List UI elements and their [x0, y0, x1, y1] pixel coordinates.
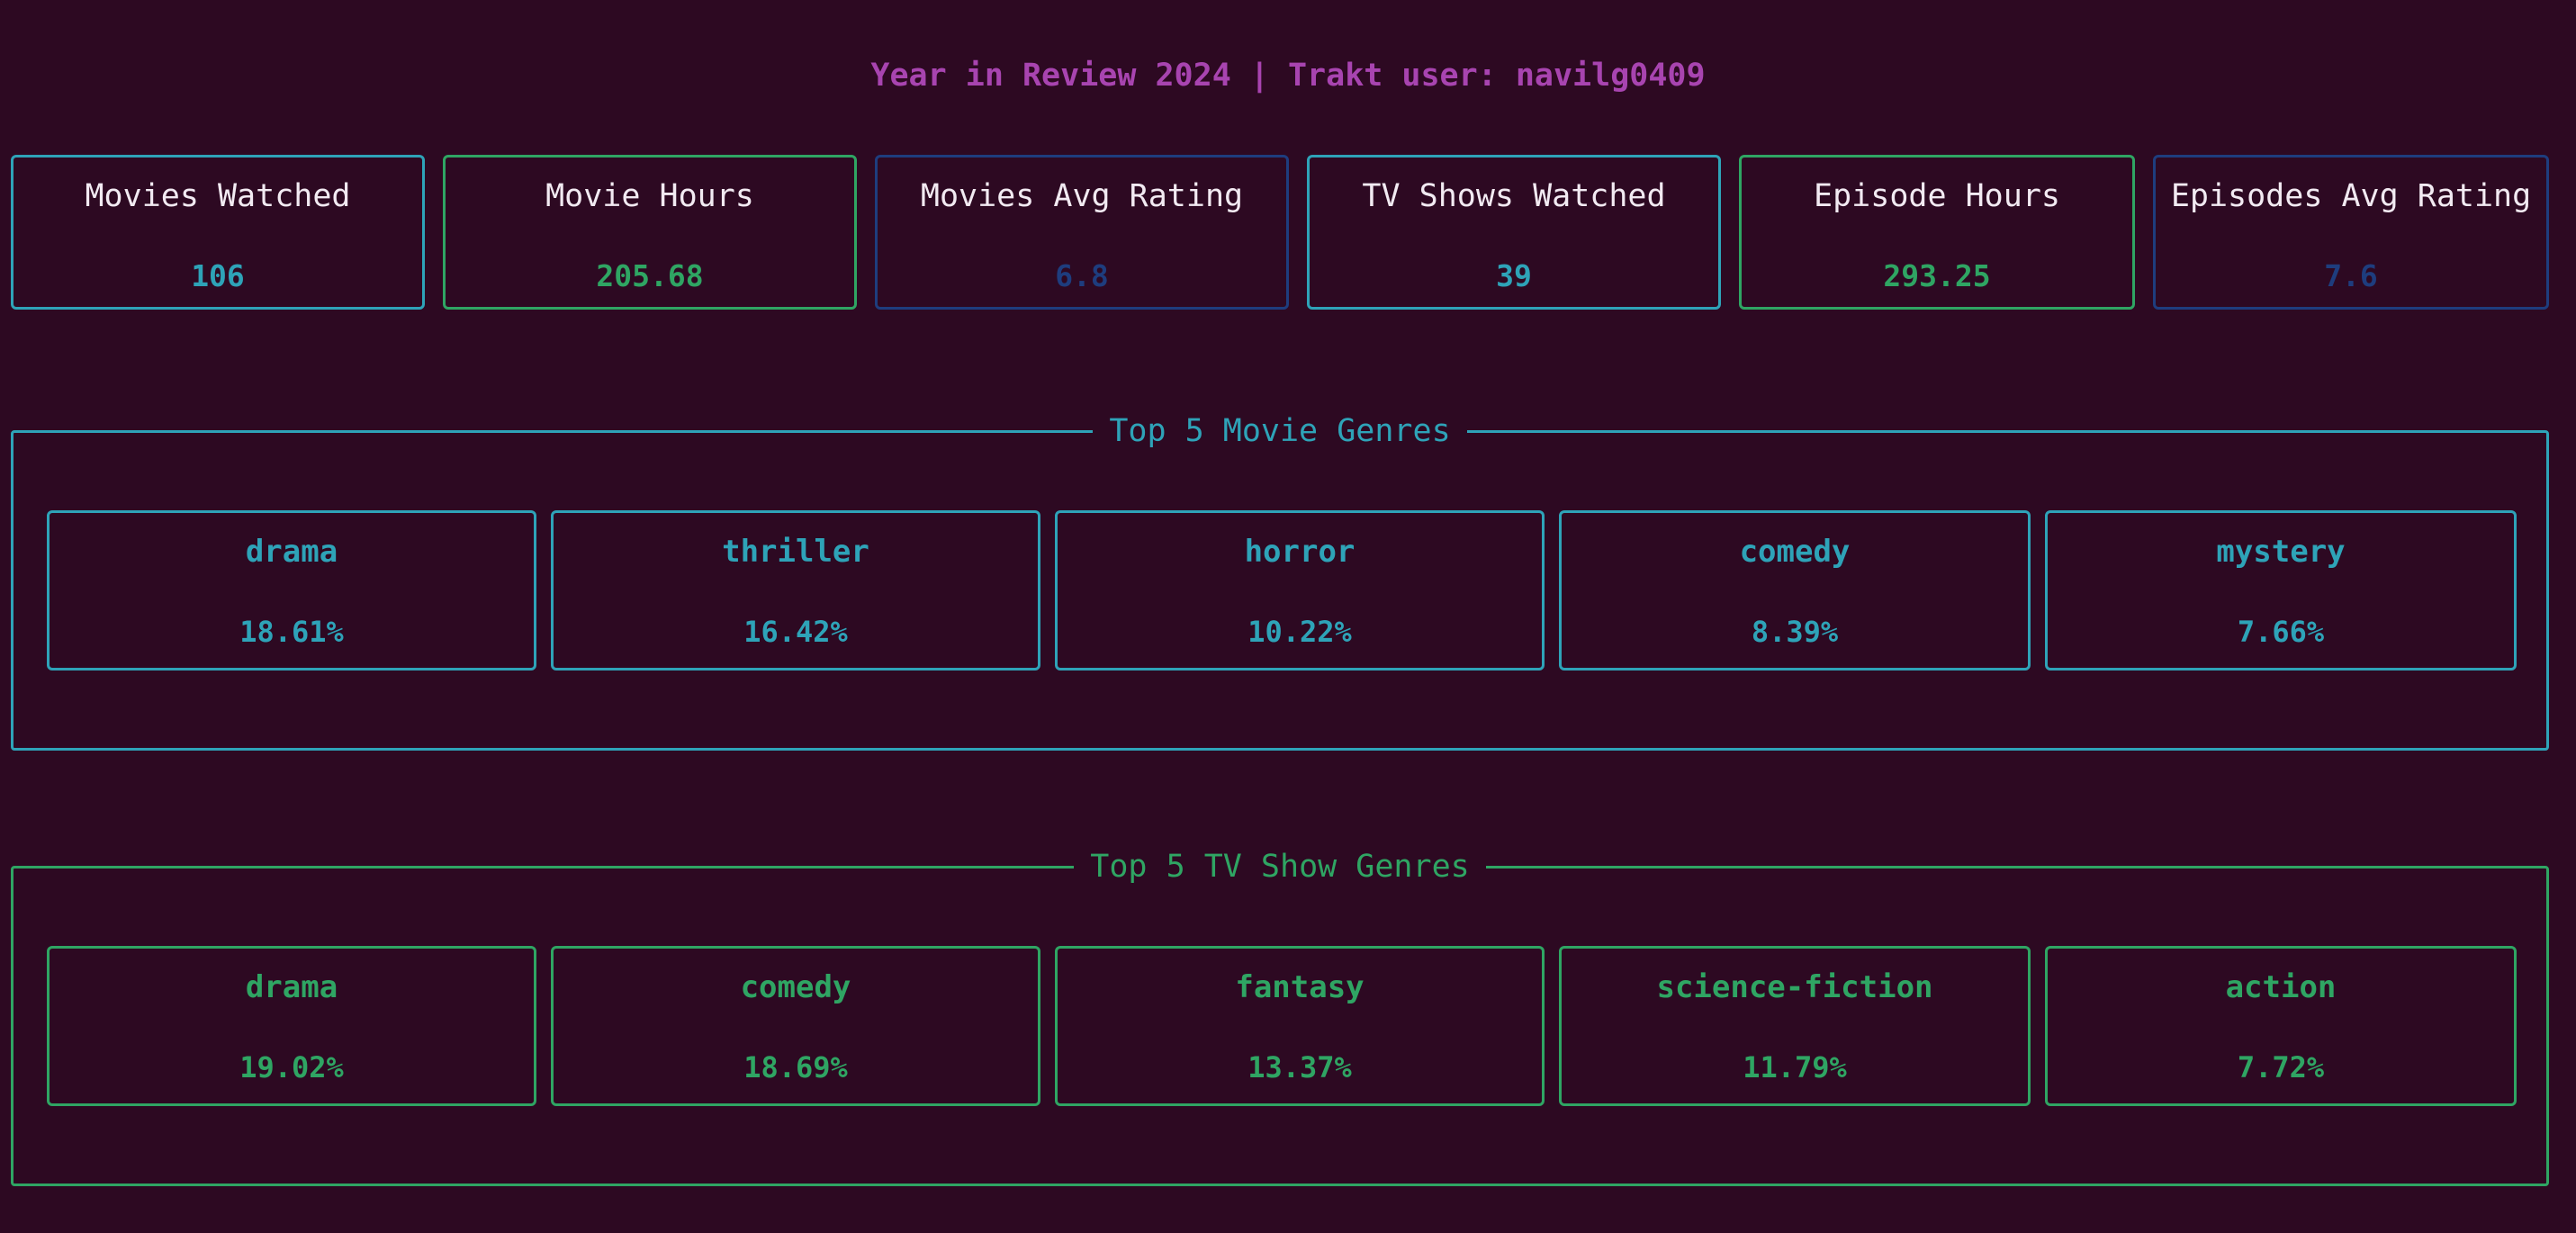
genre-name: comedy	[740, 969, 851, 1005]
genre-percent: 8.39%	[1751, 615, 1839, 649]
stat-label: Episodes Avg Rating	[2170, 178, 2532, 214]
stat-value: 205.68	[596, 258, 704, 293]
genre-name: fantasy	[1235, 969, 1365, 1005]
stat-value: 39	[1496, 258, 1532, 293]
genre-name: drama	[245, 969, 338, 1005]
tv-genres-section: Top 5 TV Show Genres drama 19.02% comedy…	[11, 849, 2549, 1186]
genre-percent: 10.22%	[1247, 615, 1352, 649]
stat-value: 106	[191, 258, 245, 293]
genre-card: horror 10.22%	[1055, 510, 1545, 670]
genre-name: science-fiction	[1656, 969, 1933, 1005]
genre-card: fantasy 13.37%	[1055, 946, 1545, 1106]
year-in-review-page: Year in Review 2024 | Trakt user: navilg…	[0, 0, 2576, 1233]
genre-card: comedy 18.69%	[551, 946, 1040, 1106]
genre-percent: 19.02%	[239, 1050, 344, 1084]
stat-card-movie-hours: Movie Hours 205.68	[443, 155, 857, 310]
stat-label: Movie Hours	[545, 178, 754, 214]
stat-label: Episode Hours	[1814, 178, 2060, 214]
genre-percent: 7.72%	[2237, 1050, 2325, 1084]
genre-percent: 16.42%	[743, 615, 848, 649]
stat-value: 6.8	[1055, 258, 1109, 293]
genre-card: drama 18.61%	[47, 510, 536, 670]
genre-card: science-fiction 11.79%	[1559, 946, 2031, 1106]
genre-card: mystery 7.66%	[2045, 510, 2517, 670]
section-title: Top 5 TV Show Genres	[14, 847, 2546, 886]
genre-card: action 7.72%	[2045, 946, 2517, 1106]
genre-percent: 13.37%	[1247, 1050, 1352, 1084]
stat-card-tv-shows-watched: TV Shows Watched 39	[1307, 155, 1721, 310]
genre-name: drama	[245, 534, 338, 570]
genre-percent: 18.69%	[743, 1050, 848, 1084]
section-title: Top 5 Movie Genres	[14, 411, 2546, 451]
genre-percent: 11.79%	[1743, 1050, 1847, 1084]
stat-card-episode-hours: Episode Hours 293.25	[1739, 155, 2135, 310]
stat-card-episodes-avg-rating: Episodes Avg Rating 7.6	[2153, 155, 2549, 310]
page-title: Year in Review 2024 | Trakt user: navilg…	[870, 58, 1706, 94]
genre-name: mystery	[2216, 534, 2346, 570]
section-title-text: Top 5 TV Show Genres	[1074, 849, 1486, 885]
genre-name: thriller	[722, 534, 869, 570]
genre-card: drama 19.02%	[47, 946, 536, 1106]
stat-value: 7.6	[2324, 258, 2378, 293]
genre-name: horror	[1244, 534, 1356, 570]
stat-value: 293.25	[1883, 258, 1991, 293]
stat-label: Movies Avg Rating	[920, 178, 1244, 214]
genre-name: action	[2225, 969, 2337, 1005]
stat-card-movies-watched: Movies Watched 106	[11, 155, 425, 310]
stat-card-movies-avg-rating: Movies Avg Rating 6.8	[875, 155, 1289, 310]
genre-name: comedy	[1739, 534, 1851, 570]
genre-card: thriller 16.42%	[551, 510, 1040, 670]
stat-label: Movies Watched	[85, 178, 351, 214]
genre-percent: 7.66%	[2237, 615, 2325, 649]
section-title-text: Top 5 Movie Genres	[1093, 413, 1467, 449]
genre-percent: 18.61%	[239, 615, 344, 649]
stat-label: TV Shows Watched	[1362, 178, 1666, 214]
genre-card: comedy 8.39%	[1559, 510, 2031, 670]
movie-genres-section: Top 5 Movie Genres drama 18.61% thriller…	[11, 413, 2549, 751]
